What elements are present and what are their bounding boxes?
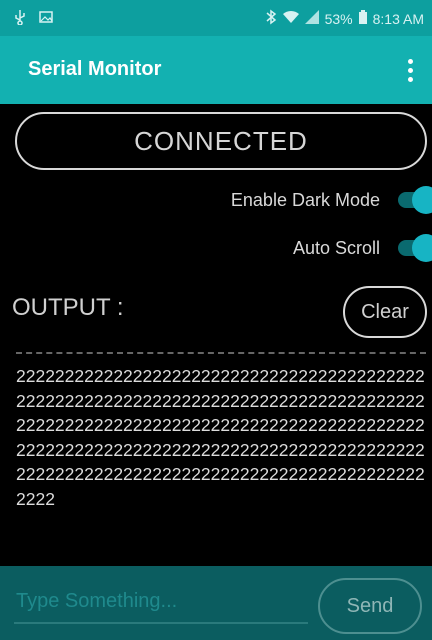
output-label: OUTPUT : [12,294,124,321]
signal-icon [304,10,319,27]
input-bar: Send [0,566,432,640]
auto-scroll-row: Auto Scroll [293,230,432,266]
app-bar: Serial Monitor [0,36,432,104]
status-bar: 53% 8:13 AM [0,0,432,36]
overflow-menu-icon[interactable] [398,56,422,84]
dark-mode-row: Enable Dark Mode [231,182,432,218]
dark-mode-toggle[interactable] [398,182,432,218]
battery-icon [358,10,367,27]
usb-icon [12,9,28,28]
auto-scroll-toggle[interactable] [398,230,432,266]
clear-button[interactable]: Clear [343,286,427,338]
dark-mode-label: Enable Dark Mode [230,189,380,210]
divider [16,352,426,354]
app-title: Serial Monitor [28,58,162,80]
output-text: 2222222222222222222222222222222222222222… [16,366,425,509]
send-button[interactable]: Send [318,578,422,634]
status-left-icons [12,9,54,28]
status-right-icons: 53% 8:13 AM [265,9,424,28]
status-time: 8:13 AM [372,10,424,27]
auto-scroll-label: Auto Scroll [292,237,380,258]
wifi-icon [282,10,299,27]
connection-status-button[interactable]: CONNECTED [15,112,427,170]
gallery-icon [38,9,54,28]
message-input[interactable] [14,580,308,624]
bluetooth-icon [265,9,277,28]
battery-percent: 53% [324,10,353,27]
